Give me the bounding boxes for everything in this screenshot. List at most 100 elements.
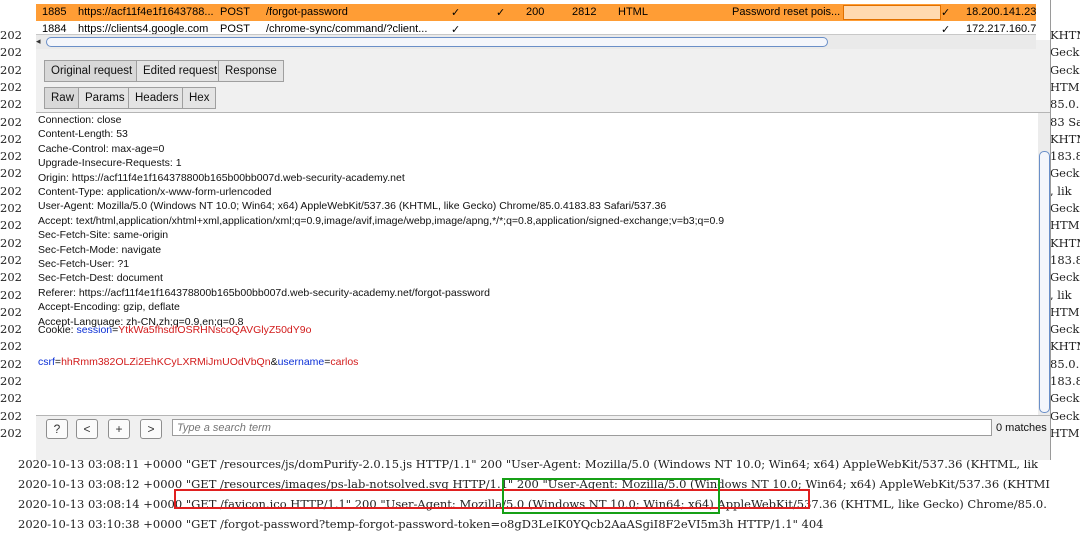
log-fragment-left: 202: [0, 235, 22, 250]
tab-headers[interactable]: Headers: [128, 87, 186, 109]
request-header-line: Sec-Fetch-Dest: document: [38, 272, 163, 285]
history-cell-ip: 18.200.141.238: [966, 6, 1036, 18]
log-fragment-right: Gecko: [1050, 408, 1080, 423]
scroll-thumb[interactable]: [46, 37, 828, 47]
history-cell-length: 2812: [572, 6, 597, 18]
history-horizontal-scrollbar[interactable]: ◂: [36, 34, 1036, 49]
history-cell-edited: ✓: [496, 7, 506, 19]
log-fragment-right: , lik: [1050, 183, 1072, 198]
request-header-line: Upgrade-Insecure-Requests: 1: [38, 157, 182, 170]
history-cell-mime: HTML: [618, 6, 648, 18]
log-fragment-left: 202: [0, 304, 22, 319]
log-fragment-left: 202: [0, 183, 22, 198]
tab-params[interactable]: Params: [78, 87, 132, 109]
reset-token-highlight: [502, 478, 720, 514]
editor-vertical-scrollbar[interactable]: [1038, 113, 1050, 415]
history-row[interactable]: 1885 https://acf11f4e1f1643788... POST/for…: [36, 4, 1036, 21]
log-fragment-right: 183.8: [1050, 374, 1080, 388]
log-fragment-right: 183.8: [1050, 252, 1080, 267]
history-cell-title: Password reset pois...: [732, 6, 841, 18]
request-header-line: Sec-Fetch-Site: same-origin: [38, 229, 169, 242]
raw-request-editor[interactable]: Connection: close Content-Length: 53 Cache…: [36, 112, 1050, 416]
next-button[interactable]: >: [140, 419, 162, 439]
tab-edited-request[interactable]: Edited request: [136, 60, 225, 82]
log-fragment-left: 202: [0, 149, 22, 164]
request-header-line: User-Agent: Mozilla/5.0 (Windows NT 10.0…: [38, 200, 667, 213]
request-header-line: Accept-Encoding: gzip, deflate: [38, 301, 180, 314]
param-csrf-value: hhRmm382OLZi2EhKCyLXRMiJmUOdVbQn: [61, 356, 271, 368]
log-fragment-left: 202: [0, 339, 22, 354]
param-username-value: carlos: [330, 356, 359, 368]
log-fragment-right: HTML,: [1050, 304, 1080, 319]
log-fragment-right: , lik: [1050, 287, 1072, 302]
add-button[interactable]: +: [108, 419, 130, 439]
log-fragment-right: Gecko: [1050, 201, 1080, 215]
history-cell-params: ✓: [451, 7, 461, 19]
log-fragment-left: 202: [0, 45, 22, 60]
history-cell-num: 1885: [42, 6, 67, 18]
search-input[interactable]: [172, 419, 992, 436]
request-header-line: Connection: close: [38, 114, 122, 126]
log-fragment-right: 85.0.: [1050, 97, 1080, 112]
log-fragment-left: 202: [0, 28, 22, 42]
request-header-line: Content-Length: 53: [38, 128, 128, 141]
request-header-line: Accept: text/html,application/xhtml+xml,…: [38, 214, 725, 227]
log-fragment-left: 202: [0, 287, 22, 302]
search-bar: ? < + > 0 matches: [36, 416, 1050, 444]
log-fragment-left: 202: [0, 391, 22, 406]
log-fragment-right: KHTMI: [1050, 235, 1080, 250]
log-fragment-left: 202: [0, 425, 22, 440]
tab-original-request[interactable]: Original request: [44, 60, 140, 82]
log-fragment-right: KHTMI: [1050, 28, 1080, 42]
log-fragment-left: 202: [0, 79, 22, 94]
log-fragment-right: KHTMI: [1050, 339, 1080, 354]
request-header-line: Origin: https://acf11f4e1f164378800b165b…: [38, 171, 405, 184]
match-count: 0 matches: [996, 422, 1047, 434]
log-fragment-left: 202: [0, 166, 22, 181]
cookie-label: Cookie:: [38, 324, 77, 336]
log-fragment-right: HTML,: [1050, 218, 1080, 233]
log-fragment-left: 202: [0, 201, 22, 215]
request-header-line: Sec-Fetch-Mode: navigate: [38, 243, 162, 256]
log-fragment-right: KHTMI: [1050, 131, 1080, 146]
log-fragment-right: Geck: [1050, 45, 1080, 60]
log-fragment-left: 202: [0, 252, 22, 267]
param-username-name: username: [277, 356, 325, 368]
log-fragment-right: HTML,: [1050, 79, 1080, 94]
history-cell-comment: [843, 5, 941, 20]
log-fragment-right: Gecko: [1050, 62, 1080, 77]
request-header-line: Sec-Fetch-User: ?1: [38, 258, 130, 270]
scroll-thumb[interactable]: [1039, 151, 1050, 413]
log-fragment-right: Geck: [1050, 166, 1080, 181]
history-cell-status: 200: [526, 6, 545, 18]
log-fragment-right: Geck: [1050, 270, 1080, 285]
param-separator: &: [270, 356, 278, 368]
log-fragment-left: 202: [0, 322, 22, 337]
log-fragment-right: Gecko: [1050, 322, 1080, 337]
previous-button[interactable]: <: [76, 419, 98, 439]
log-fragment-left: 202: [0, 356, 22, 371]
cookie-header-line: Cookie: session=YtkWa5fhsdfOSRHNscoQAVGl…: [38, 324, 311, 339]
tab-response[interactable]: Response: [218, 60, 284, 82]
log-fragment-left: 202: [0, 131, 22, 146]
tab-raw[interactable]: Raw: [44, 87, 82, 109]
log-row: 2020-10-13 03:10:38 +0000 "GET /forgot-p…: [18, 517, 824, 531]
cookie-value: YtkWa5fhsdfOSRHNscoQAVGlyZ50dY9o: [118, 324, 312, 336]
history-cell-method: POST: [220, 6, 250, 18]
tab-hex[interactable]: Hex: [182, 87, 217, 109]
log-fragment-right: 83 Sa: [1050, 114, 1080, 129]
log-fragment-left: 202: [0, 408, 22, 423]
burp-proxy-window: 1885 https://acf11f4e1f1643788... POST/for…: [36, 0, 1051, 460]
log-fragment-right: HTML,: [1050, 425, 1080, 440]
help-button[interactable]: ?: [46, 419, 68, 439]
history-cell-host: https://acf11f4e1f1643788...: [78, 6, 214, 18]
history-cell-tls: ✓: [941, 7, 951, 19]
log-fragment-right: Geck: [1050, 391, 1080, 406]
log-fragment-left: 202: [0, 270, 22, 285]
request-header-line: Content-Type: application/x-www-form-url…: [38, 186, 272, 198]
request-body-line: csrf=hhRmm382OLZi2EhKCyLXRMiJmUOdVbQn&us…: [38, 356, 359, 368]
log-fragment-left: 202: [0, 114, 22, 129]
scroll-left-icon[interactable]: ◂: [36, 36, 46, 47]
param-csrf-name: csrf: [38, 356, 55, 368]
log-fragment-left: 202: [0, 97, 22, 112]
